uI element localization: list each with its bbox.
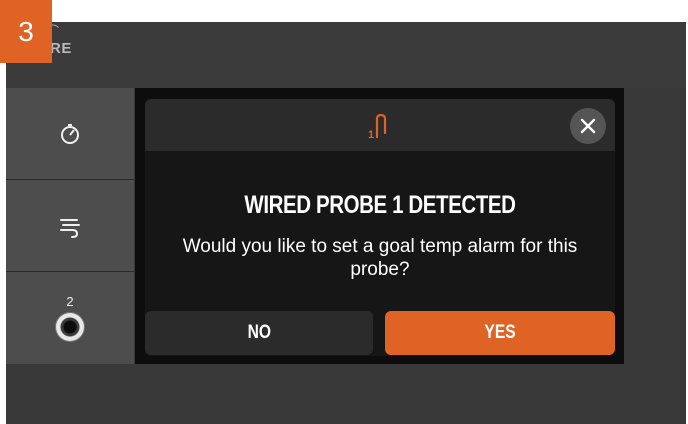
no-button[interactable]: NO	[145, 311, 373, 355]
sidebar-item-timer[interactable]	[6, 88, 134, 180]
probe-detected-dialog: 1 WIRED PROBE 1 DETECTED Would you like …	[145, 99, 615, 356]
bottom-strip	[6, 364, 686, 424]
sidebar-item-probe-2[interactable]: 2	[6, 272, 134, 363]
yes-button-label: YES	[484, 322, 516, 343]
sidebar-item-smoke[interactable]	[6, 180, 134, 272]
sidebar: 2	[6, 88, 134, 364]
probe-jack-icon	[56, 313, 84, 341]
probe-number: 2	[66, 294, 74, 309]
top-bar	[6, 22, 686, 88]
smoke-icon	[60, 218, 80, 238]
step-badge: 3	[0, 0, 52, 63]
close-button[interactable]	[570, 108, 606, 144]
right-panel	[624, 88, 686, 364]
dialog-message: Would you like to set a goal temp alarm …	[182, 236, 578, 280]
svg-text:1: 1	[368, 129, 374, 141]
close-icon	[580, 118, 596, 134]
no-button-label: NO	[247, 322, 271, 343]
probe-1-icon: 1	[368, 113, 387, 141]
brand-label: RE	[50, 40, 72, 57]
dialog-header: 1	[145, 99, 615, 151]
yes-button[interactable]: YES	[385, 311, 615, 355]
timer-icon	[61, 123, 79, 144]
dialog-title: WIRED PROBE 1 DETECTED	[244, 191, 516, 219]
